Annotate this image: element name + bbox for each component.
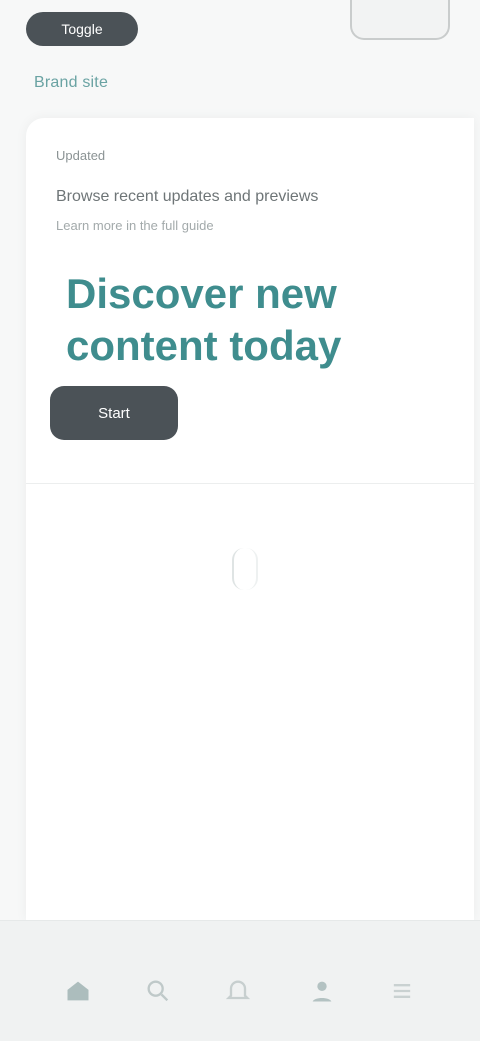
hero-kicker: Updated [56, 148, 106, 163]
bell-icon [225, 980, 251, 1000]
nav-home[interactable] [54, 967, 102, 1015]
cta-button[interactable]: Start [50, 386, 178, 440]
bottom-navigation [0, 920, 480, 1041]
nav-profile[interactable] [298, 967, 346, 1015]
top-right-control[interactable] [350, 0, 450, 40]
hero-title: Discover new content today [66, 270, 342, 369]
hero-headline: Browse recent updates and previews [56, 188, 319, 205]
menu-icon [393, 984, 411, 998]
nav-notifications[interactable] [214, 967, 262, 1015]
site-brand[interactable]: Brand site [34, 74, 108, 92]
user-icon [312, 981, 332, 1002]
section-divider [26, 483, 474, 484]
main-panel: Updated Browse recent updates and previe… [26, 118, 474, 920]
home-icon [67, 981, 89, 1001]
nav-search[interactable] [134, 967, 182, 1015]
nav-menu[interactable] [378, 967, 426, 1015]
top-pill-button[interactable]: Toggle [26, 12, 138, 46]
top-bar: Toggle [0, 0, 480, 60]
hero-subhead: Learn more in the full guide [56, 218, 214, 233]
loading-spinner-icon [232, 548, 258, 590]
search-icon [147, 980, 169, 1002]
top-pill-label: Toggle [61, 21, 103, 37]
